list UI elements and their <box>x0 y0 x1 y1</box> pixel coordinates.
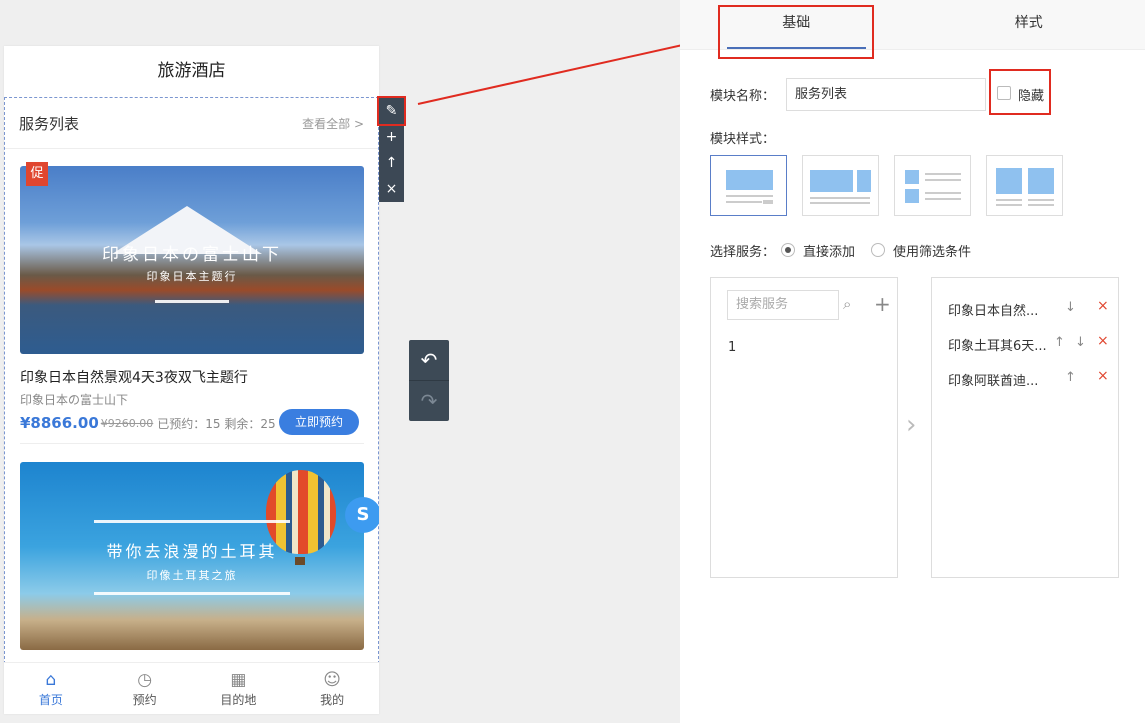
style-option-3[interactable] <box>894 155 971 216</box>
move-down-icon[interactable]: ↓ <box>1065 300 1076 315</box>
move-up-icon[interactable]: ↑ <box>1054 335 1065 350</box>
remove-icon[interactable]: × <box>1097 333 1109 349</box>
selected-service-item[interactable]: 印象阿联酋迪... <box>948 370 1038 389</box>
direct-add-label: 直接添加 <box>803 241 855 260</box>
highlight-box-basic <box>718 5 874 59</box>
settings-panel: 基础 样式 模块名称： 服务列表 隐藏 模块样式： 选择服务： 直接添加 使用筛… <box>680 0 1145 723</box>
service-source-pane: 搜索服务 ⌕ + 1 <box>710 277 898 578</box>
search-service-input[interactable]: 搜索服务 <box>727 290 839 320</box>
style-option-2[interactable] <box>802 155 879 216</box>
selected-service-item[interactable]: 印象日本自然... <box>948 300 1038 319</box>
add-service-icon[interactable]: + <box>874 292 891 316</box>
selected-services-pane: 印象日本自然... ↓ × 印象土耳其6天... ↑ ↓ × 印象阿联酋迪...… <box>931 277 1119 578</box>
module-style-label: 模块样式： <box>710 128 775 147</box>
module-name-input[interactable]: 服务列表 <box>786 78 986 111</box>
style-option-1[interactable] <box>710 155 787 216</box>
select-service-label: 选择服务： <box>710 241 775 260</box>
chevron-right-icon[interactable]: › <box>906 410 916 440</box>
move-down-icon[interactable]: ↓ <box>1075 335 1086 350</box>
radio-filter[interactable] <box>871 243 885 257</box>
highlight-box-hide <box>989 69 1051 115</box>
style-thumbnail <box>895 156 972 217</box>
page-number[interactable]: 1 <box>728 340 736 355</box>
style-thumbnail <box>803 156 880 217</box>
radio-direct-add[interactable] <box>781 243 795 257</box>
module-name-label: 模块名称： <box>710 85 775 104</box>
search-icon[interactable]: ⌕ <box>843 295 851 313</box>
filter-label: 使用筛选条件 <box>893 241 971 260</box>
move-up-icon[interactable]: ↑ <box>1065 370 1076 385</box>
style-thumbnail <box>711 156 788 217</box>
remove-icon[interactable]: × <box>1097 298 1109 314</box>
style-option-4[interactable] <box>986 155 1063 216</box>
style-thumbnail <box>987 156 1064 217</box>
selected-service-item[interactable]: 印象土耳其6天... <box>948 335 1047 354</box>
remove-icon[interactable]: × <box>1097 368 1109 384</box>
tab-style[interactable]: 样式 <box>913 0 1145 49</box>
